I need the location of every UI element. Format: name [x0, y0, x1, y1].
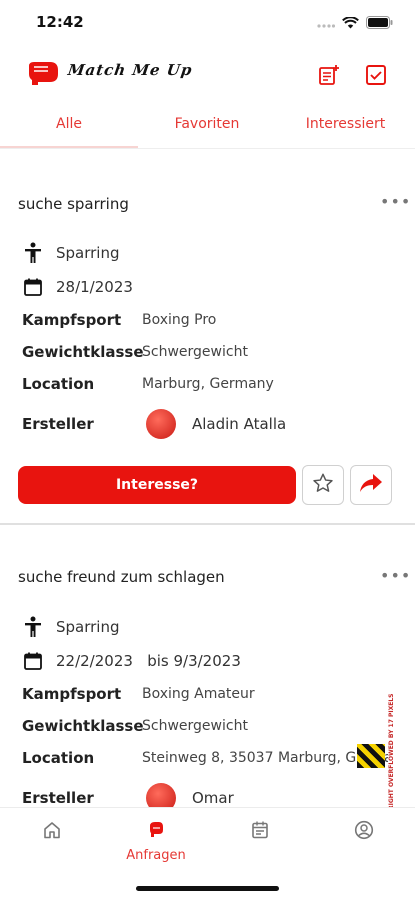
- request-title: suche freund zum schlagen: [18, 568, 225, 586]
- nav-calendar[interactable]: [220, 820, 300, 844]
- request-type-row: Sparring: [22, 242, 120, 264]
- app-header: Match Me Up: [0, 52, 415, 96]
- home-indicator: [136, 886, 279, 891]
- app-name: Match Me Up: [66, 61, 194, 79]
- home-icon: [42, 822, 62, 844]
- share-arrow-icon: [359, 472, 383, 498]
- boxing-glove-logo-icon: [26, 60, 60, 90]
- request-type-row: Sparring: [22, 616, 120, 638]
- creator-label: Ersteller: [22, 789, 94, 807]
- profile-icon: [354, 820, 374, 844]
- creator-label: Ersteller: [22, 415, 94, 433]
- battery-icon: [366, 14, 393, 33]
- calendar-icon: [22, 650, 44, 672]
- calendar-icon: [250, 821, 270, 844]
- kampfsport-label: Kampfsport: [22, 311, 122, 329]
- more-options-icon[interactable]: •••: [380, 566, 411, 585]
- person-icon: [22, 616, 44, 638]
- status-time: 12:42: [36, 13, 84, 31]
- status-bar: 12:42: [0, 0, 415, 44]
- checkbox-icon[interactable]: [365, 64, 387, 86]
- calendar-icon: [22, 276, 44, 298]
- favorite-button[interactable]: [302, 465, 344, 505]
- card-divider: [0, 523, 415, 525]
- signal-icon: [317, 14, 336, 33]
- creator-name[interactable]: Omar: [192, 789, 234, 807]
- avatar[interactable]: [146, 409, 176, 439]
- wifi-icon: [342, 14, 359, 33]
- gewichtklasse-label: Gewichtklasse: [22, 717, 144, 735]
- request-title: suche sparring: [18, 195, 129, 213]
- add-note-icon[interactable]: [318, 64, 340, 86]
- request-date: 22/2/2023 bis 9/3/2023: [56, 652, 241, 670]
- request-date: 28/1/2023: [56, 278, 133, 296]
- location-label: Location: [22, 749, 95, 767]
- request-type: Sparring: [56, 618, 120, 636]
- filter-tabs: Alle Favoriten Interessiert: [0, 110, 415, 148]
- status-icons: [317, 14, 393, 33]
- tab-interessiert[interactable]: Interessiert: [276, 110, 415, 148]
- request-date-row: 22/2/2023 bis 9/3/2023: [22, 650, 241, 672]
- nav-anfragen[interactable]: Anfragen: [116, 820, 196, 863]
- location-label: Location: [22, 375, 95, 393]
- tabs-divider: [0, 148, 415, 149]
- overflow-warning-text: RIGHT OVERFLOWED BY 17 PIXELS: [388, 693, 395, 811]
- gewichtklasse-value: Schwergewicht: [142, 344, 248, 360]
- gewichtklasse-label: Gewichtklasse: [22, 343, 144, 361]
- boxing-glove-icon: [146, 822, 166, 844]
- nav-anfragen-label: Anfragen: [126, 848, 186, 863]
- location-value: Steinweg 8, 35037 Marburg, Germany: [142, 750, 388, 766]
- overflow-warning-stripe: [357, 744, 385, 768]
- request-type: Sparring: [56, 244, 120, 262]
- bottom-nav: Anfragen: [0, 807, 415, 873]
- nav-home[interactable]: [12, 820, 92, 844]
- kampfsport-value: Boxing Amateur: [142, 686, 255, 702]
- creator-name[interactable]: Aladin Atalla: [192, 415, 286, 433]
- tab-alle[interactable]: Alle: [0, 110, 138, 148]
- location-value: Marburg, Germany: [142, 376, 274, 392]
- more-options-icon[interactable]: •••: [380, 192, 411, 211]
- star-icon: [312, 472, 334, 498]
- kampfsport-label: Kampfsport: [22, 685, 122, 703]
- kampfsport-value: Boxing Pro: [142, 312, 217, 328]
- request-date-row: 28/1/2023: [22, 276, 133, 298]
- share-button[interactable]: [350, 465, 392, 505]
- nav-profile[interactable]: [324, 820, 404, 844]
- tab-favoriten[interactable]: Favoriten: [138, 110, 276, 148]
- person-icon: [22, 242, 44, 264]
- gewichtklasse-value: Schwergewicht: [142, 718, 248, 734]
- interest-button[interactable]: Interesse?: [18, 466, 296, 504]
